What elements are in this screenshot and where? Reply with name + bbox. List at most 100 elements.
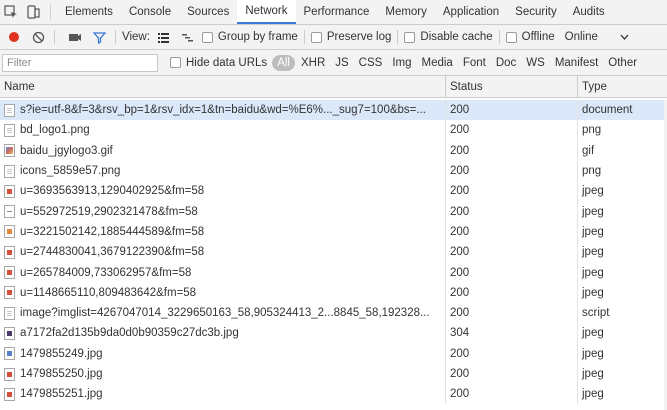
filter-icon[interactable]	[89, 27, 109, 47]
device-toolbar-icon[interactable]	[22, 0, 44, 24]
type-filter-media[interactable]: Media	[418, 55, 457, 71]
request-name-cell[interactable]: image?imglist=4267047014_3229650163_58,9…	[0, 302, 446, 324]
request-name-cell[interactable]: s?ie=utf-8&f=3&rsv_bp=1&rsv_idx=1&tn=bai…	[0, 100, 446, 121]
request-name-cell[interactable]: u=552972519,2902321478&fm=58	[0, 201, 446, 222]
capture-screenshots-icon[interactable]	[65, 27, 85, 47]
request-row[interactable]: s?ie=utf-8&f=3&rsv_bp=1&rsv_idx=1&tn=bai…	[0, 100, 667, 121]
waterfall-overview-icon[interactable]	[178, 27, 198, 47]
request-row[interactable]: u=2744830041,3679122390&fm=58 200 jpeg	[0, 242, 667, 263]
filter-input[interactable]	[2, 53, 158, 72]
disable-cache-checkbox[interactable]	[404, 31, 416, 43]
type-filter-xhr[interactable]: XHR	[297, 55, 329, 71]
type-filter-ws[interactable]: WS	[522, 55, 549, 71]
preserve-log-option[interactable]: Preserve log	[310, 31, 391, 43]
column-header-type[interactable]: Type	[578, 76, 667, 98]
throttling-select[interactable]: Online	[565, 31, 629, 43]
network-toolbar: View: Group by frame Preserve log Disabl…	[0, 25, 667, 50]
large-rows-icon[interactable]	[154, 27, 174, 47]
request-row[interactable]: bd_logo1.png 200 png	[0, 120, 667, 141]
type-filter-js[interactable]: JS	[331, 55, 352, 71]
tab-console[interactable]: Console	[121, 0, 179, 24]
column-header-name[interactable]: Name	[0, 75, 446, 98]
hide-data-urls-option[interactable]: Hide data URLs	[170, 57, 267, 69]
view-label: View:	[122, 31, 150, 43]
request-name-cell[interactable]: u=1148665110,809483642&fm=58	[0, 282, 446, 303]
column-header-status[interactable]: Status	[446, 75, 578, 98]
tab-audits[interactable]: Audits	[565, 0, 613, 24]
request-row[interactable]: 1479855251.jpg 200 jpeg	[0, 384, 667, 405]
request-type: jpeg	[582, 205, 604, 218]
type-filter-img[interactable]: Img	[388, 55, 415, 71]
request-row[interactable]: u=3221502142,1885444589&fm=58 200 jpeg	[0, 221, 667, 243]
type-filter-manifest[interactable]: Manifest	[551, 55, 602, 71]
tab-application[interactable]: Application	[435, 0, 507, 24]
request-name-cell[interactable]: u=3221502142,1885444589&fm=58	[0, 221, 446, 243]
file-icon	[4, 306, 15, 320]
request-row[interactable]: u=265784009,733062957&fm=58 200 jpeg	[0, 262, 667, 283]
tab-sources[interactable]: Sources	[179, 0, 237, 24]
request-name-cell[interactable]: 1479855249.jpg	[0, 343, 446, 364]
offline-checkbox[interactable]	[505, 31, 517, 43]
inspect-element-icon[interactable]	[0, 0, 22, 24]
request-name-cell[interactable]: baidu_jgylogo3.gif	[0, 140, 446, 161]
tab-network[interactable]: Network	[237, 0, 296, 24]
request-type: document	[582, 104, 633, 117]
request-status: 304	[446, 323, 578, 344]
type-filter-doc[interactable]: Doc	[492, 55, 520, 71]
type-filter-font[interactable]: Font	[459, 55, 490, 71]
filter-bar: Hide data URLs AllXHRJSCSSImgMediaFontDo…	[0, 50, 667, 76]
tab-elements[interactable]: Elements	[57, 0, 121, 24]
request-name-cell[interactable]: a7172fa2d135b9da0d0b90359c27dc3b.jpg	[0, 323, 446, 344]
request-row[interactable]: u=1148665110,809483642&fm=58 200 jpeg	[0, 282, 667, 303]
request-name-cell[interactable]: u=3693563913,1290402925&fm=58	[0, 181, 446, 202]
request-name-cell[interactable]: u=2744830041,3679122390&fm=58	[0, 242, 446, 263]
type-filter-css[interactable]: CSS	[355, 55, 387, 71]
group-by-frame-option[interactable]: Group by frame	[201, 31, 298, 43]
type-filter-other[interactable]: Other	[604, 55, 641, 71]
disable-cache-option[interactable]: Disable cache	[404, 31, 493, 43]
request-name: u=552972519,2902321478&fm=58	[20, 205, 198, 218]
tab-performance[interactable]: Performance	[296, 0, 378, 24]
group-by-frame-checkbox[interactable]	[201, 31, 213, 43]
image-file-icon	[4, 184, 15, 198]
request-name: a7172fa2d135b9da0d0b90359c27dc3b.jpg	[20, 327, 239, 340]
request-type: jpeg	[582, 225, 604, 238]
request-type: jpeg	[582, 368, 604, 380]
offline-option[interactable]: Offline	[505, 31, 555, 43]
request-type: png	[582, 124, 602, 137]
request-row[interactable]: image?imglist=4267047014_3229650163_58,9…	[0, 302, 667, 324]
request-status: 200	[446, 302, 578, 324]
tab-security[interactable]: Security	[507, 0, 565, 24]
image-file-icon	[4, 387, 15, 401]
request-name-cell[interactable]: bd_logo1.png	[0, 120, 446, 141]
tab-memory[interactable]: Memory	[377, 0, 435, 24]
tab-list: Elements Console Sources Network Performance…	[57, 0, 613, 24]
type-filter-all[interactable]: All	[272, 54, 295, 71]
request-type: script	[582, 307, 610, 320]
request-name: icons_5859e57.png	[20, 165, 121, 178]
request-row[interactable]: u=3693563913,1290402925&fm=58 200 jpeg	[0, 181, 667, 202]
tab-divider	[50, 4, 51, 20]
request-name-cell[interactable]: 1479855250.jpg	[0, 363, 446, 385]
image-file-icon	[4, 205, 15, 219]
clear-button[interactable]	[28, 27, 48, 47]
hide-data-urls-label: Hide data URLs	[186, 56, 268, 69]
preserve-log-checkbox[interactable]	[310, 31, 322, 43]
request-name-cell[interactable]: icons_5859e57.png	[0, 160, 446, 182]
request-row[interactable]: 1479855249.jpg 200 jpeg	[0, 343, 667, 364]
hide-data-urls-checkbox[interactable]	[170, 57, 181, 68]
request-row[interactable]: u=552972519,2902321478&fm=58 200 jpeg	[0, 201, 667, 222]
request-row[interactable]: 1479855250.jpg 200 jpeg	[0, 363, 667, 385]
request-name-cell[interactable]: 1479855251.jpg	[0, 384, 446, 405]
image-file-icon	[4, 326, 15, 340]
request-row[interactable]: a7172fa2d135b9da0d0b90359c27dc3b.jpg 304 j…	[0, 323, 667, 344]
request-row[interactable]: baidu_jgylogo3.gif 200 gif	[0, 140, 667, 161]
request-row[interactable]: icons_5859e57.png 200 png	[0, 160, 667, 182]
request-name-cell[interactable]: u=265784009,733062957&fm=58	[0, 262, 446, 283]
file-icon	[4, 164, 15, 178]
request-list: s?ie=utf-8&f=3&rsv_bp=1&rsv_idx=1&tn=bai…	[0, 100, 667, 410]
devtools-tabbar: Elements Console Sources Network Performance…	[0, 0, 667, 25]
request-status: 200	[446, 363, 578, 385]
record-button[interactable]	[4, 27, 24, 47]
chevron-down-icon	[620, 34, 629, 40]
